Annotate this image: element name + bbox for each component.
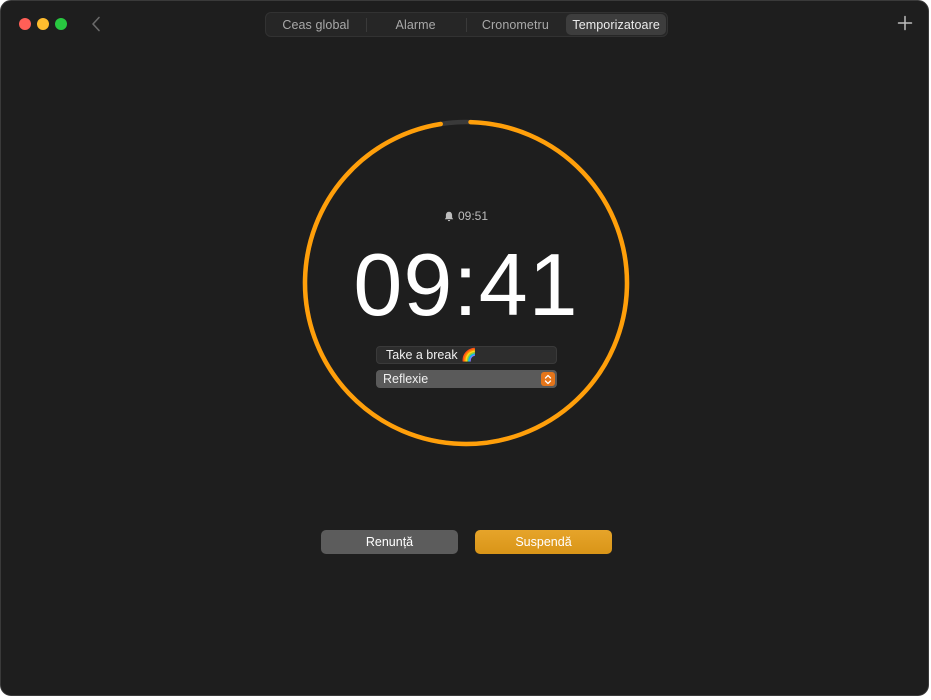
cancel-button[interactable]: Renunță [321, 530, 458, 554]
alarm-time-text: 09:51 [457, 209, 489, 223]
sound-select-value: Reflexie [383, 372, 429, 386]
timer-label-text: Take a break 🌈 [386, 348, 477, 362]
remaining-time-display: 09:41 [353, 235, 579, 334]
up-down-chevron-icon [541, 372, 555, 386]
sound-select[interactable]: Reflexie [376, 370, 557, 388]
bell-icon [444, 211, 454, 221]
pause-button[interactable]: Suspendă [475, 530, 612, 554]
clock-app-window: Ceas global Alarme Cronometru Temporizat… [0, 0, 929, 696]
timer-label-field[interactable]: Take a break 🌈 [376, 346, 557, 364]
alarm-time-indicator: 09:51 [401, 208, 531, 224]
